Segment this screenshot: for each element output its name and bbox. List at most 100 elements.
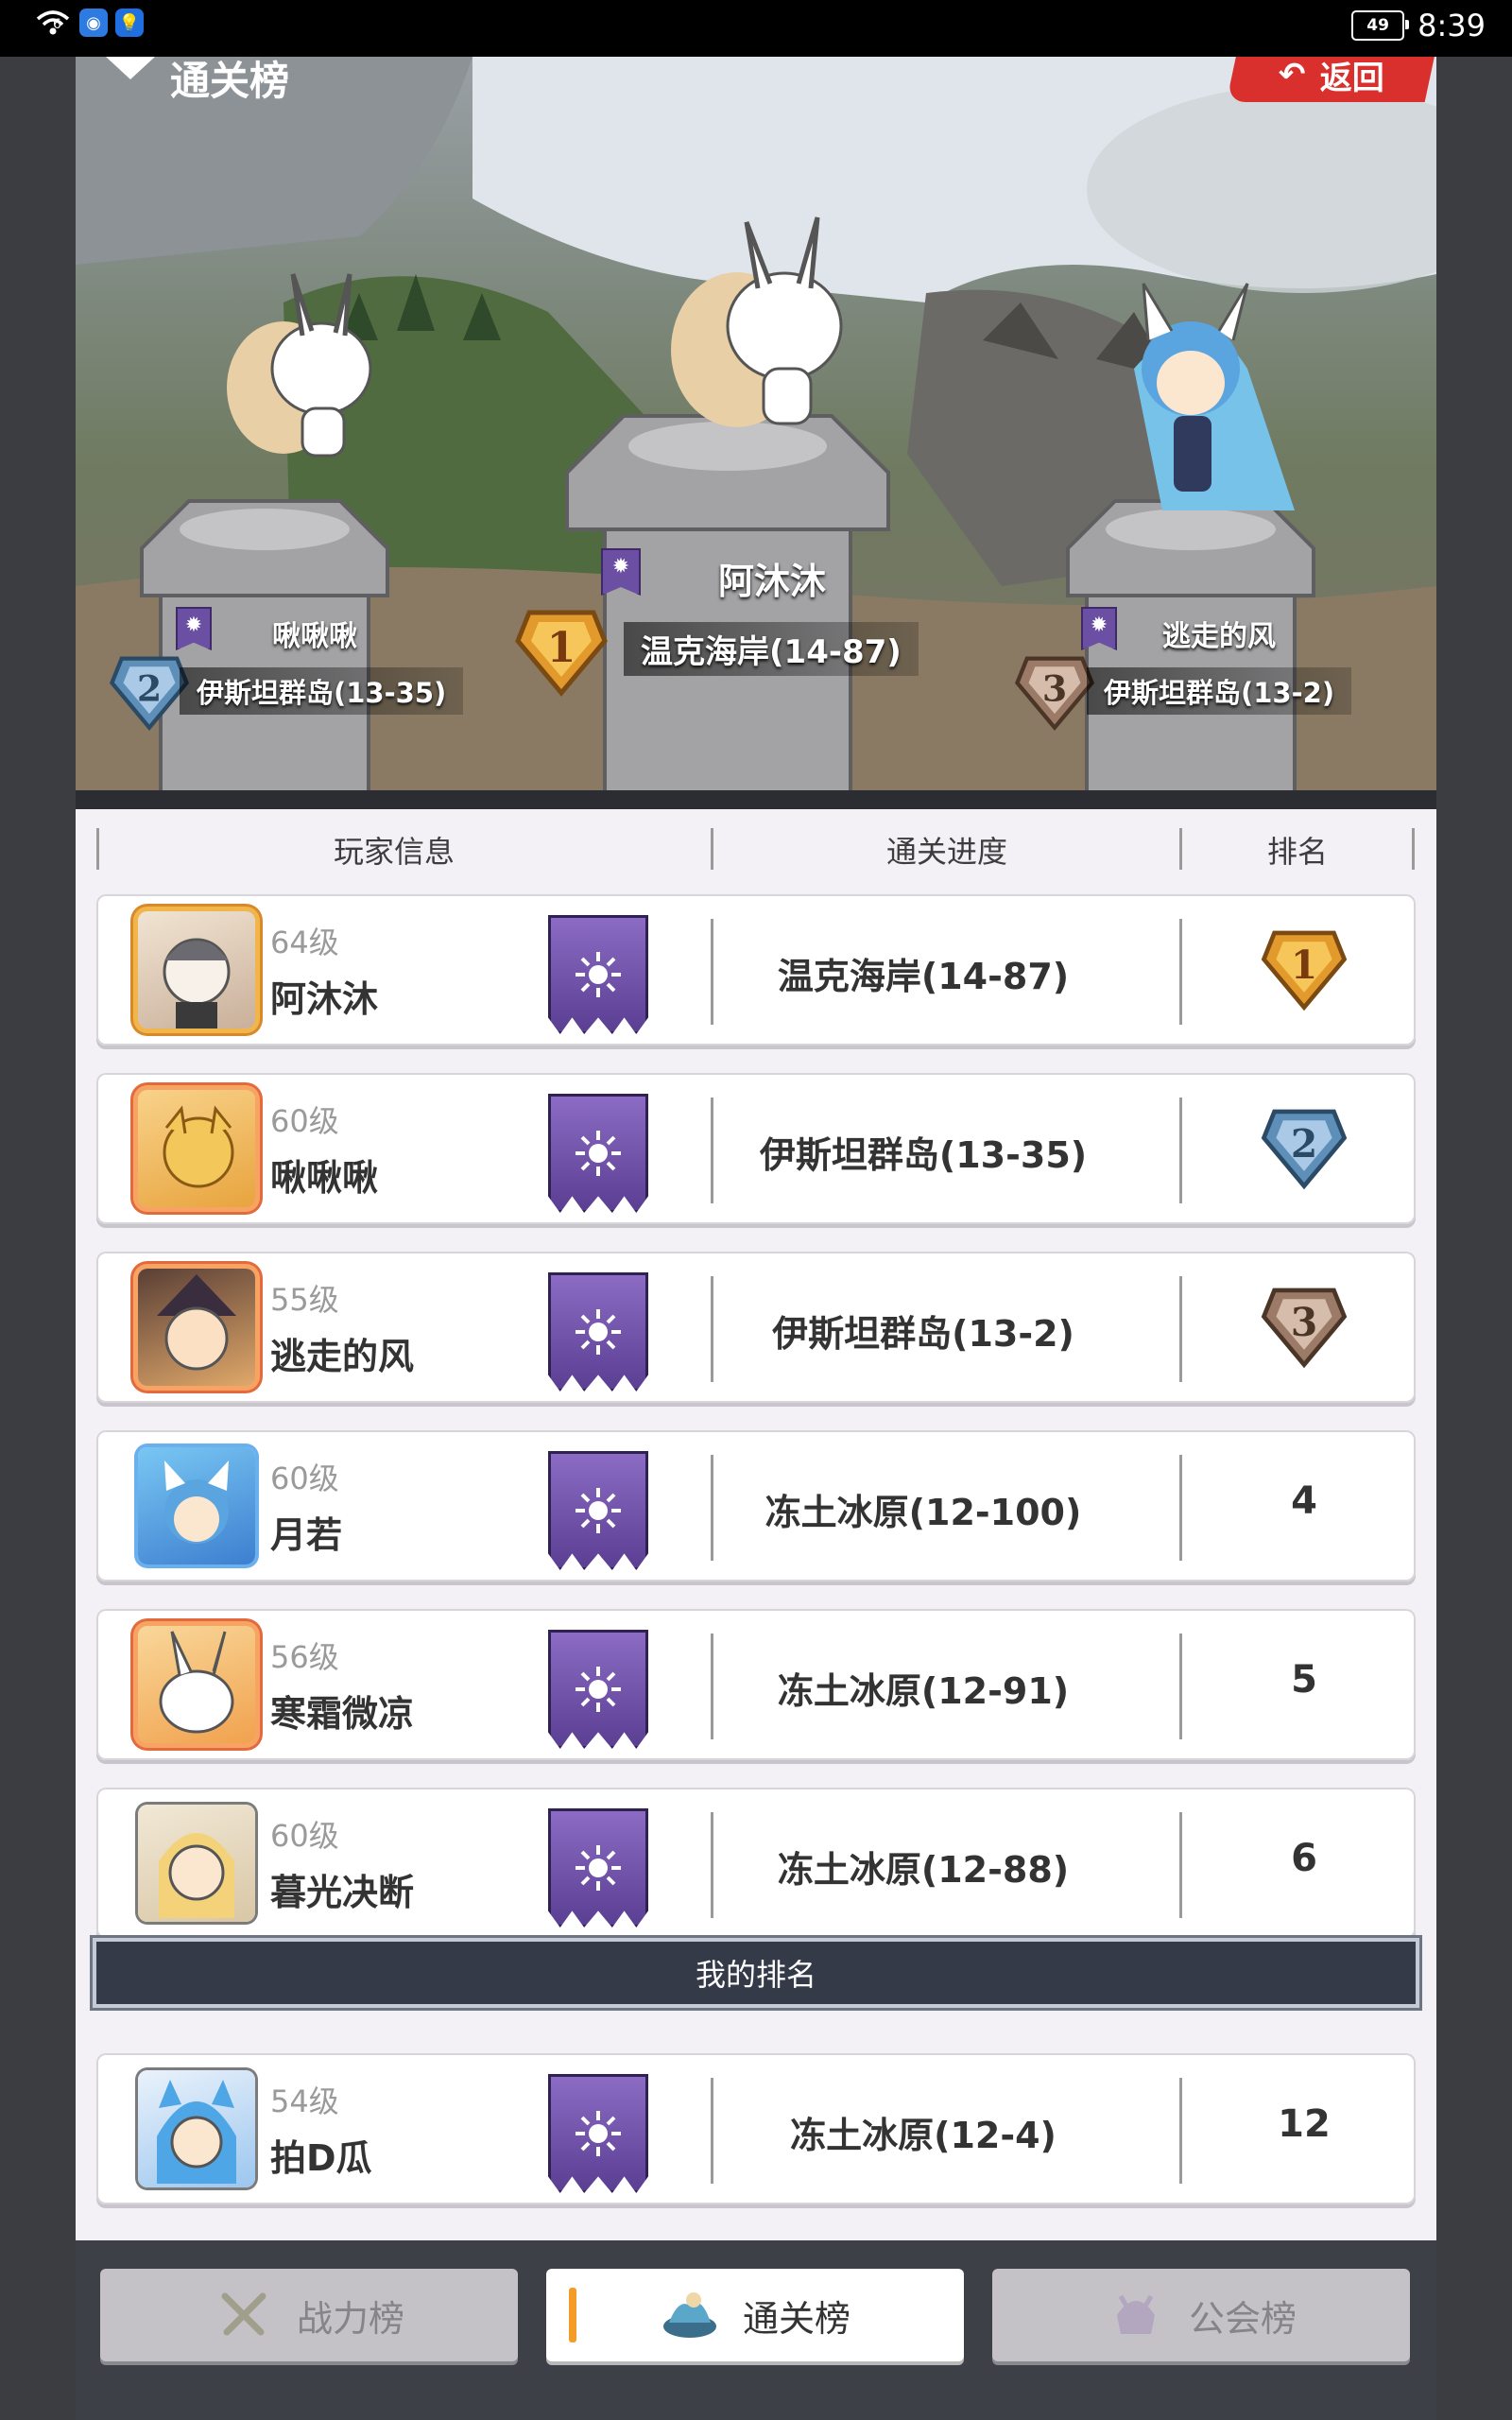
podium-3-name: 逃走的风 bbox=[1162, 620, 1276, 653]
podium-hero: 通关榜 ↶ 返回 ✹ 阿沐沐 1 温克海岸(14-87) ✹ 啾啾啾 2 伊斯坦群… bbox=[76, 57, 1436, 809]
header-player-info: 玩家信息 bbox=[333, 834, 455, 870]
cell-divider bbox=[1179, 919, 1182, 1025]
player-avatar[interactable] bbox=[138, 1269, 255, 1386]
clear-progress: 冻土冰原(12-4) bbox=[790, 2115, 1057, 2156]
clear-progress: 温克海岸(14-87) bbox=[777, 956, 1070, 997]
avatar-witch-icon bbox=[157, 1274, 236, 1371]
my-rank-bar: 我的排名 bbox=[96, 1942, 1416, 2004]
swords-icon bbox=[214, 2285, 274, 2345]
foxgirl-character-3 bbox=[1134, 283, 1295, 510]
silver-medal-icon: 2 bbox=[1261, 1109, 1348, 1190]
table-row[interactable]: 60级 暮光决断 冻土冰原(12-88) 6 bbox=[96, 1788, 1416, 1939]
header-divider bbox=[1412, 828, 1415, 870]
cell-divider bbox=[1179, 1276, 1182, 1382]
active-tab-indicator bbox=[569, 2288, 576, 2342]
leaderboard-tabs: 战力榜 通关榜 公会榜 bbox=[76, 2240, 1436, 2420]
guild-helmet-icon bbox=[1106, 2285, 1166, 2345]
clear-progress: 冻土冰原(12-100) bbox=[765, 1492, 1082, 1533]
back-arrow-icon: ↶ bbox=[1278, 57, 1306, 94]
player-name: 逃走的风 bbox=[270, 1336, 415, 1377]
battery-icon: 49 bbox=[1351, 10, 1410, 41]
avatar-dragon-icon bbox=[163, 1105, 234, 1188]
cell-divider bbox=[1179, 2078, 1182, 2184]
guild-banner-icon bbox=[548, 1272, 648, 1392]
back-label: 返回 bbox=[1320, 59, 1385, 97]
cell-divider bbox=[1179, 1098, 1182, 1203]
svg-text:2: 2 bbox=[137, 666, 162, 709]
svg-text:1: 1 bbox=[1291, 942, 1317, 988]
gold-medal-icon: 1 bbox=[515, 610, 608, 697]
svg-text:1: 1 bbox=[547, 624, 576, 672]
player-avatar[interactable] bbox=[138, 1447, 255, 1564]
svg-text:2: 2 bbox=[1291, 1121, 1317, 1167]
battery-level: 49 bbox=[1366, 16, 1389, 35]
player-avatar[interactable] bbox=[138, 1626, 255, 1743]
rank-number: 4 bbox=[1291, 1479, 1317, 1523]
tab-label: 战力榜 bbox=[296, 2297, 404, 2340]
table-header: 玩家信息 通关进度 排名 bbox=[76, 809, 1436, 892]
status-left: 6 ◉ 💡 bbox=[26, 8, 144, 38]
guild-banner-icon bbox=[548, 1094, 648, 1213]
guild-banner-icon bbox=[548, 1808, 648, 1927]
table-row[interactable]: 55级 逃走的风 伊斯坦群岛(13-2) 3 bbox=[96, 1252, 1416, 1403]
avatar-rabbit-icon bbox=[159, 1631, 234, 1734]
player-name: 暮光决断 bbox=[270, 1872, 415, 1913]
rank-number: 6 bbox=[1291, 1837, 1317, 1880]
guild-banner-icon bbox=[548, 2074, 648, 2193]
clear-progress: 冻土冰原(12-88) bbox=[777, 1849, 1070, 1891]
svg-text:3: 3 bbox=[1291, 1300, 1317, 1345]
status-bar: 6 ◉ 💡 49 8:39 bbox=[0, 0, 1512, 57]
podium-2-name: 啾啾啾 bbox=[272, 620, 357, 653]
gold-medal-icon: 1 bbox=[1261, 930, 1348, 1011]
table-row[interactable]: 60级 啾啾啾 伊斯坦群岛(13-35) 2 bbox=[96, 1073, 1416, 1224]
player-name: 啾啾啾 bbox=[270, 1157, 379, 1199]
app-notification-icon: ◉ bbox=[79, 9, 108, 37]
tab-label: 通关榜 bbox=[742, 2297, 850, 2340]
signal-indicator: 6 bbox=[53, 17, 61, 32]
tab-guild-ranking[interactable]: 公会榜 bbox=[992, 2269, 1410, 2361]
avatar-bluehair-icon bbox=[157, 2080, 236, 2184]
header-progress: 通关进度 bbox=[885, 834, 1007, 870]
player-level: 60级 bbox=[270, 1103, 339, 1139]
player-level: 54级 bbox=[270, 2083, 339, 2119]
table-row[interactable]: 64级 阿沐沐 温克海岸(14-87) 1 bbox=[96, 894, 1416, 1046]
status-right: 49 8:39 bbox=[1351, 8, 1486, 43]
avatar-foxgirl-icon bbox=[164, 1461, 229, 1544]
cell-divider bbox=[1179, 1634, 1182, 1739]
bronze-medal-icon: 3 bbox=[1261, 1288, 1348, 1369]
map-island-icon bbox=[660, 2285, 720, 2345]
rank-number: 5 bbox=[1291, 1658, 1317, 1702]
guild-banner-icon bbox=[548, 1630, 648, 1749]
podium-1-name: 阿沐沐 bbox=[718, 561, 827, 602]
player-name: 月若 bbox=[270, 1514, 343, 1556]
player-name: 阿沐沐 bbox=[270, 978, 379, 1020]
player-level: 60级 bbox=[270, 1818, 339, 1854]
avatar-blonde-icon bbox=[159, 1833, 234, 1918]
game-frame: 通关榜 ↶ 返回 ✹ 阿沐沐 1 温克海岸(14-87) ✹ 啾啾啾 2 伊斯坦群… bbox=[76, 57, 1436, 2420]
player-level: 60级 bbox=[270, 1461, 339, 1496]
table-row[interactable]: 56级 寒霜微凉 冻土冰原(12-91) 5 bbox=[96, 1609, 1416, 1760]
player-avatar[interactable] bbox=[138, 1090, 255, 1207]
collapse-triangle-icon[interactable] bbox=[106, 57, 155, 79]
guild-banner-icon bbox=[548, 915, 648, 1034]
hero-divider bbox=[76, 790, 1436, 809]
player-avatar[interactable] bbox=[138, 1805, 255, 1922]
cell-divider bbox=[1179, 1455, 1182, 1561]
player-avatar[interactable] bbox=[138, 2070, 255, 2187]
my-rank-row[interactable]: 54级 拍D瓜 冻土冰原(12-4) 12 bbox=[96, 2053, 1416, 2204]
header-rank: 排名 bbox=[1266, 834, 1328, 870]
table-row[interactable]: 60级 月若 冻土冰原(12-100) 4 bbox=[96, 1430, 1416, 1582]
podium-1-progress: 温克海岸(14-87) bbox=[624, 622, 919, 676]
podium-3-progress: 伊斯坦群岛(13-2) bbox=[1087, 667, 1352, 715]
avatar-maid-icon bbox=[163, 938, 231, 1028]
clear-progress: 伊斯坦群岛(13-2) bbox=[772, 1313, 1074, 1355]
tab-clear-ranking[interactable]: 通关榜 bbox=[546, 2269, 964, 2361]
guild-banner-icon bbox=[548, 1451, 648, 1570]
player-level: 55级 bbox=[270, 1282, 339, 1318]
player-level: 56级 bbox=[270, 1639, 339, 1675]
back-button[interactable]: ↶ 返回 bbox=[1226, 57, 1436, 102]
cell-divider bbox=[1179, 1812, 1182, 1918]
tab-power-ranking[interactable]: 战力榜 bbox=[100, 2269, 518, 2361]
clear-progress: 伊斯坦群岛(13-35) bbox=[759, 1134, 1088, 1176]
player-avatar[interactable] bbox=[138, 911, 255, 1028]
